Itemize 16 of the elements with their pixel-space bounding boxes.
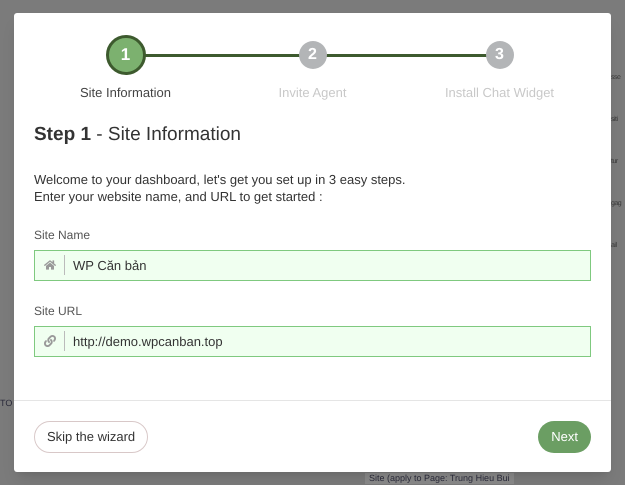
input-field[interactable]: WP Căn bản (34, 250, 591, 281)
step-number: 3 (486, 41, 514, 69)
home-icon (44, 259, 56, 271)
step-number: 2 (298, 41, 326, 69)
input-field[interactable]: http://demo.wpcanban.top (34, 326, 591, 357)
field-label: Site Name (34, 227, 92, 244)
field-label: Site URL (34, 303, 84, 320)
skip-button[interactable]: Skip the wizard (34, 420, 148, 452)
step-label: Site Information (80, 84, 172, 102)
intro-text: Enter your website name, and URL to get started : (34, 188, 324, 205)
step-heading: Step 1 - Site Information (34, 122, 242, 146)
step-number: 1 (106, 35, 146, 75)
intro-text: Welcome to your dashboard, let's get you set up in 3 easy steps. (34, 171, 407, 188)
background-text: TO (0, 397, 12, 410)
background-text: Site (apply to Page: Trung Hieu Bui (365, 473, 514, 484)
link-icon (44, 335, 56, 347)
